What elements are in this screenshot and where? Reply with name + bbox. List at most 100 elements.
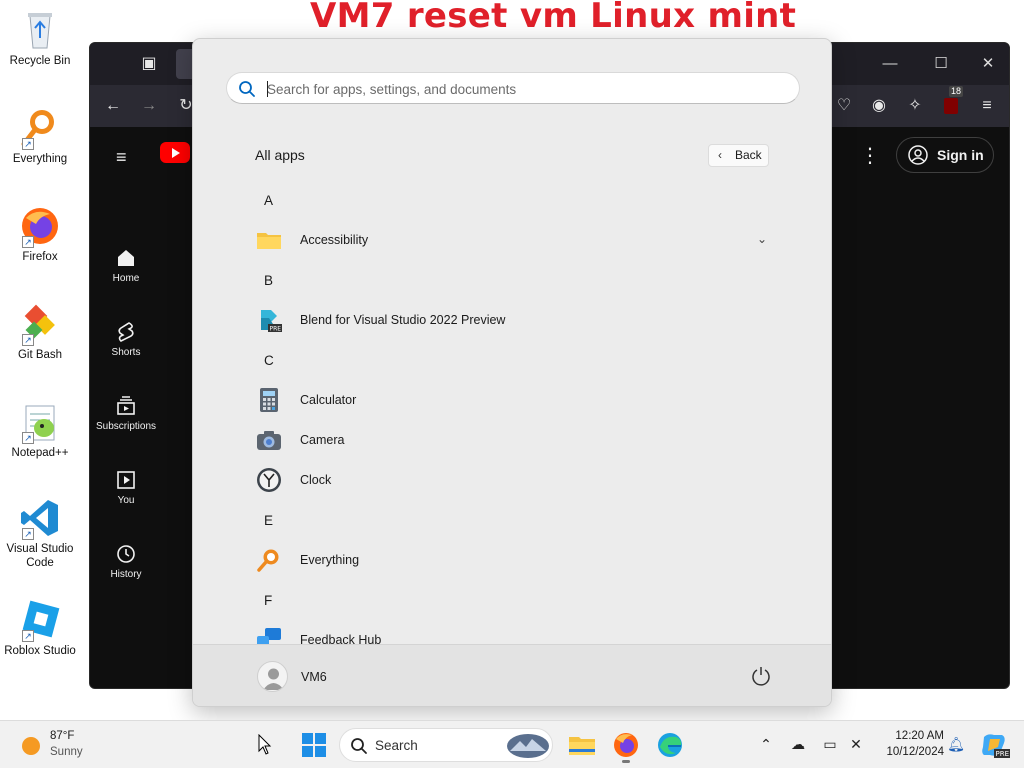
overlay-title: VM7 reset vm Linux mint [310, 0, 797, 36]
app-item-accessibility[interactable]: Accessibility ⌄ [249, 222, 779, 258]
everything-icon [257, 549, 279, 572]
power-icon[interactable] [750, 665, 772, 687]
desktop-icon-everything[interactable]: ↗ Everything [0, 106, 80, 166]
shortcut-arrow-icon: ↗ [22, 630, 34, 642]
hamburger-icon[interactable]: ≡ [116, 147, 127, 168]
app-item-feedback-hub[interactable]: Feedback Hub [249, 622, 779, 644]
recycle-bin-icon [18, 8, 62, 52]
taskbar-search[interactable]: Search [339, 728, 553, 762]
user-avatar[interactable] [257, 661, 288, 692]
git-bash-icon: ↗ [18, 302, 62, 346]
shortcut-arrow-icon: ↗ [22, 138, 34, 150]
shortcut-arrow-icon: ↗ [22, 334, 34, 346]
notepadpp-icon: ↗ [18, 400, 62, 444]
taskbar-firefox[interactable] [608, 727, 644, 763]
weather-widget[interactable]: 87°F Sunny [14, 727, 104, 763]
you-icon [117, 471, 135, 489]
letter-header[interactable]: C [264, 353, 274, 368]
letter-header[interactable]: E [264, 513, 273, 528]
desktop-icon-firefox[interactable]: ↗ Firefox [0, 204, 80, 264]
app-item-camera[interactable]: Camera [249, 422, 779, 458]
blend-icon: PRE [261, 310, 282, 333]
menu-icon[interactable]: ≡ [973, 92, 1001, 120]
tab-list-icon[interactable]: ▣ [135, 50, 163, 78]
everything-icon: ↗ [18, 106, 62, 150]
history-icon [117, 545, 135, 563]
show-hidden-icons-chevron-icon[interactable]: ⌃ [754, 729, 778, 759]
folder-icon [257, 233, 281, 249]
start-menu-footer: VM6 [193, 644, 831, 706]
youtube-nav-you[interactable]: You [90, 469, 162, 506]
desktop-icon-vscode[interactable]: ↗ Visual Studio Code [0, 496, 80, 570]
sign-in-button[interactable]: Sign in [896, 137, 994, 173]
desktop-icon-roblox-studio[interactable]: ↗ Roblox Studio [0, 598, 80, 658]
edge-icon [658, 733, 682, 757]
shorts-icon [118, 322, 134, 342]
taskbar: 87°F Sunny Search ⌃ ☁ ▭ ✕ 12:20 AM 10/12… [0, 720, 1024, 768]
start-search-box[interactable] [226, 72, 800, 104]
youtube-nav-shorts[interactable]: Shorts [90, 321, 162, 358]
back-button[interactable]: ‹ Back [708, 144, 769, 167]
user-name[interactable]: VM6 [301, 670, 327, 684]
shortcut-arrow-icon: ↗ [22, 432, 34, 444]
pocket-icon[interactable]: ♡ [830, 92, 858, 120]
network-icon[interactable]: ▭ [818, 729, 842, 759]
camera-icon [257, 431, 281, 450]
account-circle-icon [908, 145, 928, 165]
volume-muted-icon[interactable]: ✕ [844, 729, 868, 759]
close-icon[interactable]: ✕ [973, 51, 1003, 77]
youtube-nav-history[interactable]: History [90, 543, 162, 580]
taskbar-edge[interactable] [652, 727, 688, 763]
shortcut-arrow-icon: ↗ [22, 528, 34, 540]
letter-header[interactable]: A [264, 193, 273, 208]
youtube-nav-home[interactable]: Home [90, 247, 162, 284]
windows-logo-icon [302, 733, 326, 757]
feedback-hub-icon [257, 628, 281, 644]
copilot-icon: PRE [982, 734, 1010, 758]
app-item-everything[interactable]: Everything [249, 542, 779, 578]
roblox-studio-icon: ↗ [18, 598, 62, 642]
taskbar-file-explorer[interactable] [564, 727, 600, 763]
desktop-icon-git-bash[interactable]: ↗ Git Bash [0, 302, 80, 362]
ublock-extension-icon[interactable]: 18 [937, 86, 965, 120]
desktop-icon-notepadpp[interactable]: ↗ Notepad++ [0, 400, 80, 460]
desktop-icon-recycle-bin[interactable]: Recycle Bin [0, 8, 80, 68]
extensions-icon[interactable]: ✧ [901, 92, 929, 120]
app-item-calculator[interactable]: Calculator [249, 382, 779, 418]
app-item-blend[interactable]: PRE Blend for Visual Studio 2022 Preview [249, 302, 779, 338]
account-icon[interactable]: ◉ [865, 92, 893, 120]
all-apps-title: All apps [255, 147, 305, 163]
calculator-icon [260, 388, 278, 412]
app-item-clock[interactable]: Clock [249, 462, 779, 498]
notification-bell-icon[interactable]: 🔔︎ [944, 729, 968, 759]
youtube-logo-icon[interactable] [160, 142, 190, 163]
search-icon [239, 81, 255, 97]
letter-header[interactable]: F [264, 593, 272, 608]
start-search-input[interactable] [267, 78, 787, 100]
firefox-icon: ↗ [18, 204, 62, 248]
letter-header[interactable]: B [264, 273, 273, 288]
minimize-icon[interactable]: — [875, 51, 905, 77]
subscriptions-icon [117, 396, 135, 415]
mouse-cursor-icon [258, 734, 272, 755]
more-options-icon[interactable]: ⋮ [860, 143, 880, 168]
extension-badge: 18 [949, 86, 964, 97]
search-icon [351, 738, 367, 754]
onedrive-offline-icon[interactable]: ☁ [786, 729, 810, 759]
start-button[interactable] [296, 727, 332, 763]
maximize-icon[interactable]: ☐ [926, 51, 956, 77]
all-apps-list: A Accessibility ⌄ B PRE Blend for Visual… [193, 179, 831, 644]
chevron-down-icon[interactable]: ⌄ [757, 232, 767, 246]
firefox-icon [614, 733, 638, 757]
running-indicator [622, 760, 630, 763]
sun-icon [22, 737, 40, 755]
back-arrow-icon[interactable]: ← [99, 92, 127, 120]
clock[interactable]: 12:20 AM 10/12/2024 [872, 728, 944, 760]
vscode-icon: ↗ [18, 496, 62, 540]
copilot-button[interactable]: PRE [976, 727, 1012, 763]
youtube-sidebar: ≡ Home Shorts Subscriptions You History [90, 127, 190, 688]
shortcut-arrow-icon: ↗ [22, 236, 34, 248]
youtube-nav-subscriptions[interactable]: Subscriptions [90, 395, 162, 432]
svg-text:PRE: PRE [996, 750, 1010, 758]
forward-arrow-icon[interactable]: → [135, 92, 163, 120]
